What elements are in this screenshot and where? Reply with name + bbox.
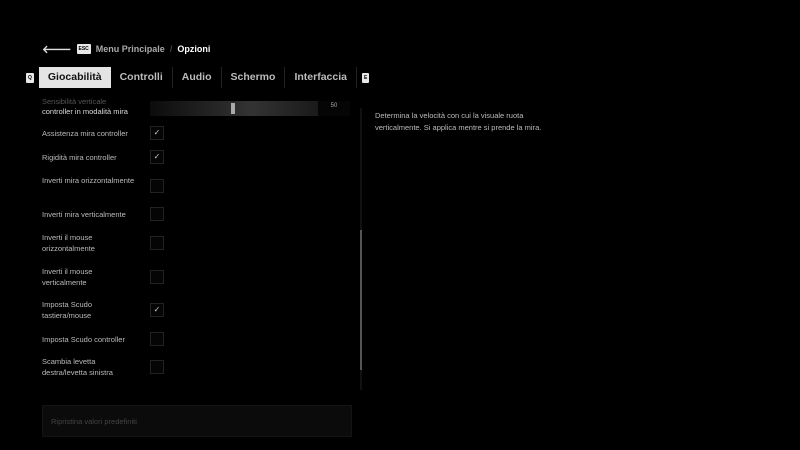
setting-description: Determina la velocità con cui la visuale… xyxy=(375,111,542,132)
back-arrow-icon[interactable]: 🡐 xyxy=(42,42,72,56)
tab-controlli[interactable]: Controlli xyxy=(111,67,173,88)
next-tab-key-badge[interactable]: E xyxy=(361,72,370,83)
slider-value[interactable]: 50 xyxy=(318,101,350,116)
setting-label: Scambia levetta destra/levetta sinistra xyxy=(42,357,113,377)
prev-tab-key-badge[interactable]: Q xyxy=(26,72,34,83)
scrollbar-thumb[interactable] xyxy=(360,230,362,370)
setting-label: Rigidità mira controller xyxy=(42,153,117,162)
reset-defaults-button[interactable]: Ripristina valori predefiniti xyxy=(42,405,352,437)
setting-checkbox[interactable] xyxy=(150,179,164,193)
breadcrumb-current: Opzioni xyxy=(177,44,211,54)
setting-label: Inverti mira orizzontalmente xyxy=(42,176,135,185)
reset-defaults-label: Ripristina valori predefiniti xyxy=(51,417,137,426)
tab-interfaccia[interactable]: Interfaccia xyxy=(285,67,357,88)
checkmark-icon: ✓ xyxy=(153,152,161,161)
checkmark-icon: ✓ xyxy=(153,128,161,137)
setting-label: Imposta Scudo controller xyxy=(42,335,125,344)
esc-key-badge: ESC xyxy=(76,44,91,54)
setting-label: Inverti il mouse verticalmente xyxy=(42,267,93,287)
breadcrumb-separator: / xyxy=(169,44,173,54)
setting-checkbox[interactable] xyxy=(150,236,164,250)
setting-checkbox[interactable]: ✓ xyxy=(150,303,164,317)
setting-label: Imposta Scudo tastiera/mouse xyxy=(42,300,93,320)
checkmark-icon: ✓ xyxy=(153,305,161,314)
setting-label: Inverti mira verticalmente xyxy=(42,210,126,219)
setting-checkbox[interactable]: ✓ xyxy=(150,150,164,164)
setting-checkbox[interactable]: ✓ xyxy=(150,126,164,140)
setting-checkbox[interactable] xyxy=(150,360,164,374)
tab-bar: Q Giocabilità Controlli Audio Schermo In… xyxy=(26,67,370,88)
setting-checkbox[interactable] xyxy=(150,332,164,346)
breadcrumb: 🡐 ESC Menu Principale / Opzioni xyxy=(42,42,210,56)
slider-handle[interactable] xyxy=(231,103,235,114)
breadcrumb-parent[interactable]: Menu Principale xyxy=(96,44,165,54)
setting-label: Assistenza mira controller xyxy=(42,129,128,138)
tab-audio[interactable]: Audio xyxy=(173,67,222,88)
vertical-sensitivity-slider[interactable] xyxy=(150,101,318,116)
setting-checkbox[interactable] xyxy=(150,270,164,284)
setting-checkbox[interactable] xyxy=(150,207,164,221)
setting-label: Inverti il mouse orizzontalmente xyxy=(42,233,95,253)
tab-giocabilita[interactable]: Giocabilità xyxy=(38,67,111,88)
scrollbar-track[interactable] xyxy=(360,108,362,390)
tab-schermo[interactable]: Schermo xyxy=(222,67,286,88)
